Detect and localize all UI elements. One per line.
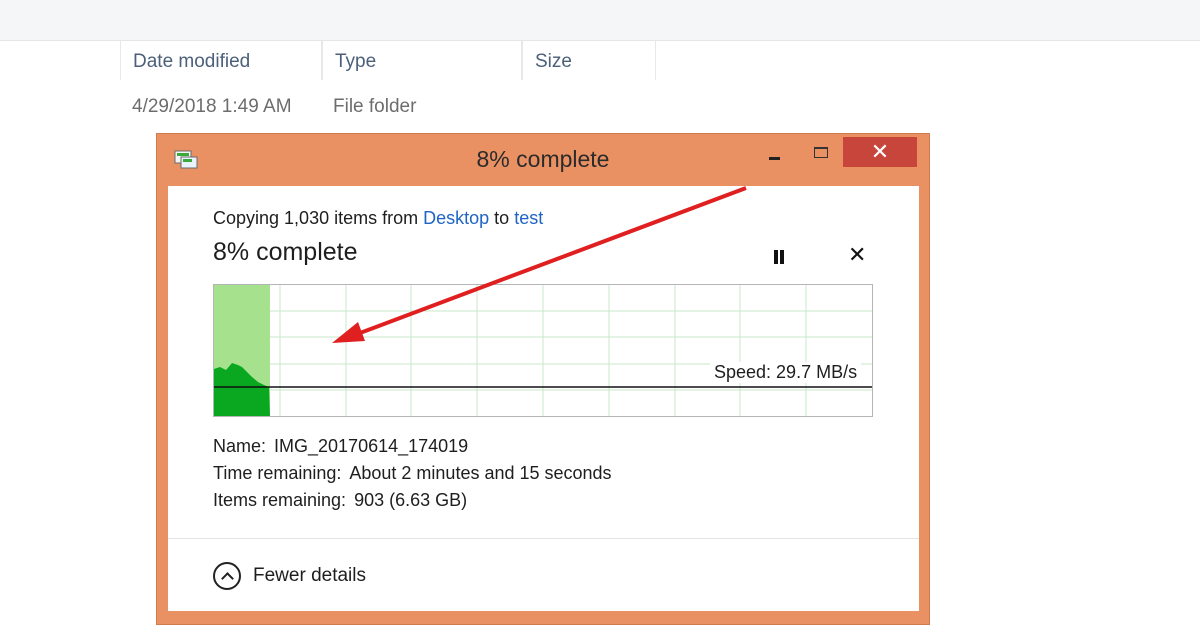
row-type[interactable]: File folder [333, 96, 416, 118]
close-button[interactable]: ✕ [843, 137, 917, 167]
maximize-button[interactable] [803, 139, 839, 169]
close-icon: ✕ [870, 139, 890, 164]
row-date-modified[interactable]: 4/29/2018 1:49 AM [132, 96, 292, 118]
cancel-copy-button[interactable]: ✕ [848, 242, 866, 268]
detail-items-remaining: Items remaining: 903 (6.63 GB) [213, 490, 467, 511]
copy-prefix-text: Copying 1,030 items from [213, 208, 419, 228]
column-header-date-modified[interactable]: Date modified [120, 40, 322, 80]
items-remaining-label: Items remaining: [213, 490, 347, 510]
copy-status-line: Copying 1,030 items from Desktop to test [213, 208, 543, 229]
destination-folder-link[interactable]: test [514, 208, 543, 228]
graph-grid [214, 285, 872, 416]
copy-progress-dialog: 8% complete ✕ Copying 1,030 items from D… [156, 133, 930, 625]
chevron-up-icon [213, 562, 241, 590]
column-header-type[interactable]: Type [322, 40, 522, 80]
divider [168, 538, 919, 539]
detail-name: Name: IMG_20170614_174019 [213, 436, 468, 457]
minimize-button[interactable] [757, 139, 793, 169]
time-remaining-value: About 2 minutes and 15 seconds [349, 463, 612, 483]
pause-button[interactable] [772, 250, 786, 266]
dialog-content: Copying 1,030 items from Desktop to test… [168, 186, 919, 611]
fewer-details-label: Fewer details [253, 565, 366, 586]
explorer-toolbar-area [0, 0, 1200, 41]
speed-label: Speed: 29.7 MB/s [710, 362, 862, 383]
dialog-titlebar[interactable]: 8% complete ✕ [157, 134, 929, 184]
detail-time-remaining: Time remaining: About 2 minutes and 15 se… [213, 463, 612, 484]
name-value: IMG_20170614_174019 [274, 436, 469, 456]
progress-heading: 8% complete [213, 238, 358, 266]
source-folder-link[interactable]: Desktop [423, 208, 489, 228]
transfer-speed-graph [213, 284, 873, 417]
items-remaining-value: 903 (6.63 GB) [354, 490, 468, 510]
to-text: to [494, 208, 510, 228]
name-label: Name: [213, 436, 267, 456]
speed-graph-canvas [214, 285, 872, 416]
column-header-size[interactable]: Size [522, 40, 656, 80]
time-remaining-label: Time remaining: [213, 463, 342, 483]
